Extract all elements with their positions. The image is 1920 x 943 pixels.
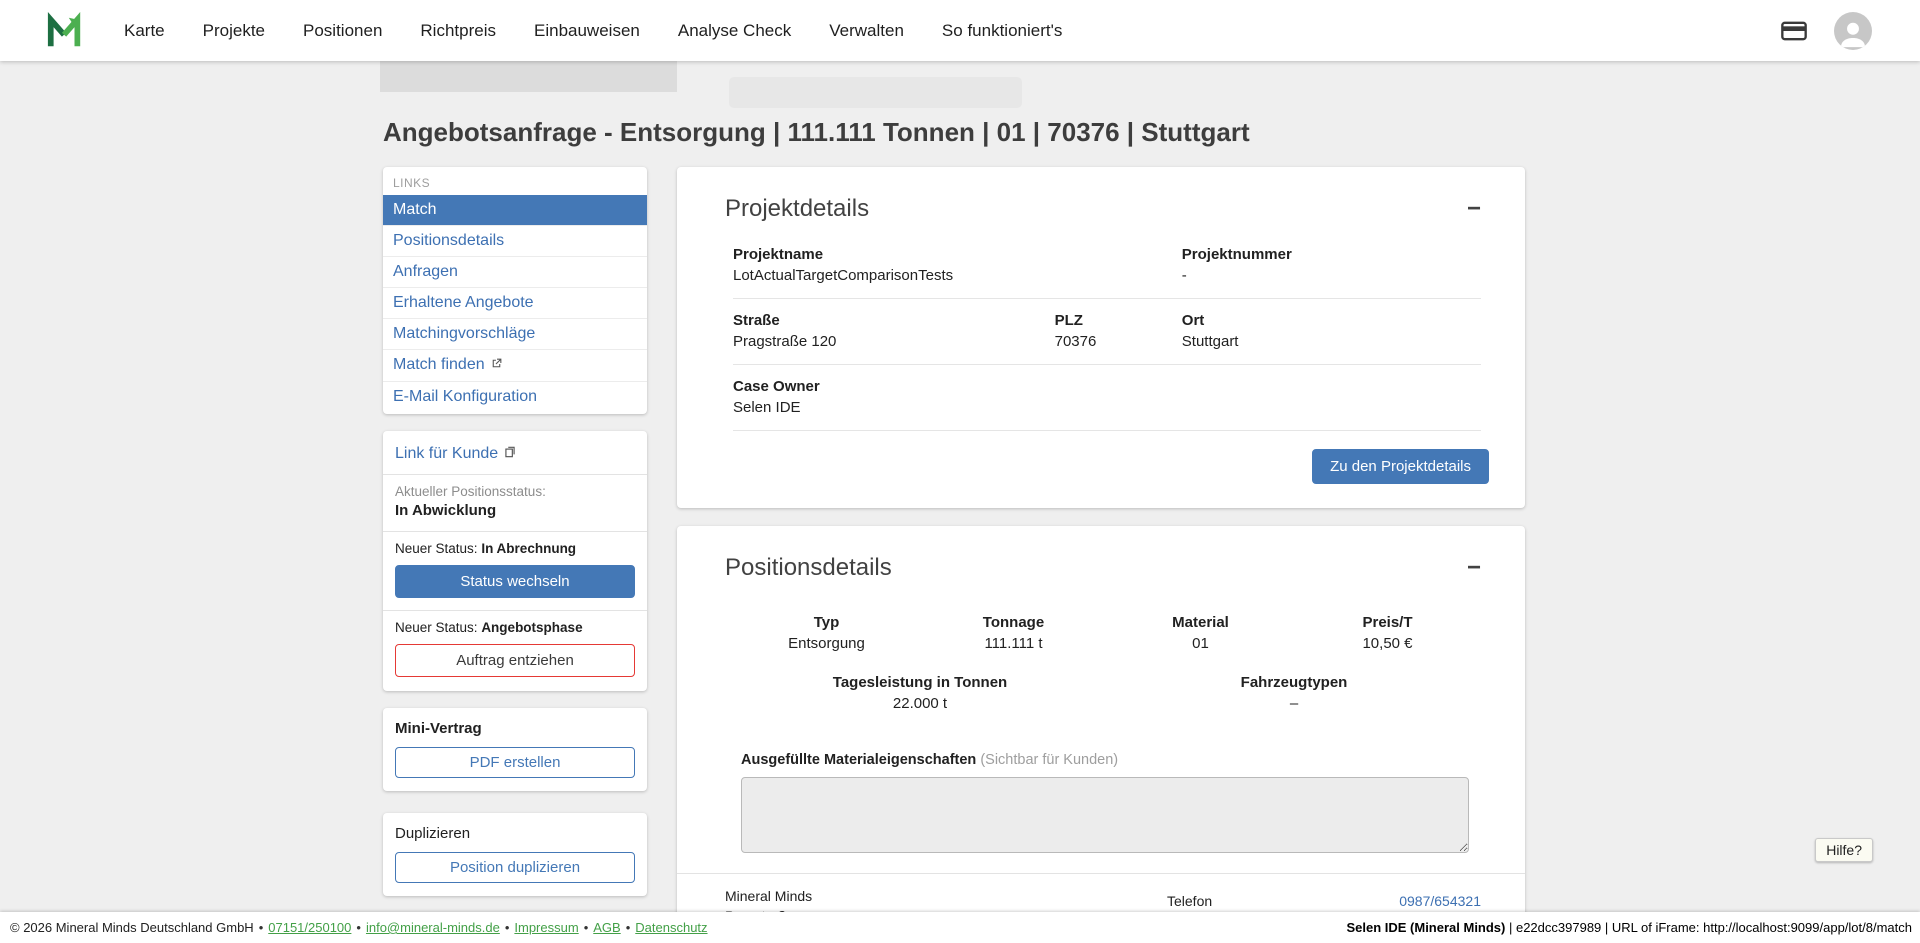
nav-item-projekte[interactable]: Projekte: [203, 21, 265, 41]
preis-value: 10,50 €: [1294, 635, 1481, 652]
customer-link[interactable]: Link für Kunde: [395, 437, 635, 474]
footer-email-link[interactable]: info@mineral-minds.de: [366, 920, 500, 935]
footer-agb-link[interactable]: AGB: [593, 920, 620, 935]
position-summary-row: Typ Entsorgung Tonnage 111.111 t Materia…: [677, 592, 1525, 652]
nav-item-einbauweisen[interactable]: Einbauweisen: [534, 21, 640, 41]
help-button[interactable]: Hilfe?: [1815, 838, 1873, 862]
footer-session-info: Selen IDE (Mineral Minds) | e22dcc397989…: [1346, 920, 1912, 935]
external-link-icon: [490, 357, 503, 375]
sidebar-item-anfragen[interactable]: Anfragen: [383, 256, 647, 287]
project-row-address: Straße Pragstraße 120 PLZ 70376 Ort Stut…: [733, 299, 1481, 365]
plz-value: 70376: [1055, 333, 1182, 350]
projektname-value: LotActualTargetComparisonTests: [733, 267, 1055, 284]
footer-datenschutz-link[interactable]: Datenschutz: [635, 920, 707, 935]
plz-label: PLZ: [1055, 312, 1182, 329]
sidebar-item-match-finden[interactable]: Match finden: [383, 349, 647, 381]
collapse-toggle[interactable]: −: [1461, 554, 1487, 582]
project-row-owner: Case Owner Selen IDE: [733, 365, 1481, 431]
sidebar-item-erhaltene-angebote[interactable]: Erhaltene Angebote: [383, 287, 647, 318]
contact-company: Mineral Minds: [725, 886, 1103, 906]
footer: © 2026 Mineral Minds Deutschland GmbH • …: [0, 912, 1920, 943]
strasse-label: Straße: [733, 312, 1055, 329]
page-title: Angebotsanfrage - Entsorgung | 111.111 T…: [383, 117, 1250, 148]
strasse-value: Pragstraße 120: [733, 333, 1055, 350]
sidebar-item-label: Match finden: [393, 356, 485, 373]
case-owner-value: Selen IDE: [733, 399, 1055, 416]
customer-link-label: Link für Kunde: [395, 445, 498, 462]
current-status-value: In Abwicklung: [395, 502, 635, 519]
sidebar: LINKS Match Positionsdetails Anfragen Er…: [383, 167, 647, 943]
tagesleistung-value: 22.000 t: [733, 695, 1107, 712]
footer-impressum-link[interactable]: Impressum: [514, 920, 578, 935]
new-status-2: Neuer Status: Angebotsphase: [395, 620, 635, 635]
fahrzeugtypen-value: –: [1107, 695, 1481, 712]
new-status-1: Neuer Status: In Abrechnung: [395, 541, 635, 556]
nav-item-karte[interactable]: Karte: [124, 21, 165, 41]
project-details-title: Projektdetails: [725, 195, 869, 223]
projektname-label: Projektname: [733, 246, 1055, 263]
withdraw-order-button[interactable]: Auftrag entziehen: [395, 644, 635, 677]
projektnummer-label: Projektnummer: [1182, 246, 1481, 263]
material-properties-label: Ausgefüllte Materialeigenschaften (Sicht…: [677, 712, 1525, 768]
nav-item-so-funktionierts[interactable]: So funktioniert's: [942, 21, 1062, 41]
status-card: Link für Kunde Aktueller Positionsstatus…: [383, 431, 647, 691]
fahrzeugtypen-label: Fahrzeugtypen: [1107, 674, 1481, 691]
main-content: Projektdetails − Projektname LotActualTa…: [677, 167, 1525, 943]
mini-contract-card: Mini-Vertrag PDF erstellen: [383, 708, 647, 791]
phone-label: Telefon: [1167, 893, 1212, 909]
material-properties-textarea[interactable]: [741, 777, 1469, 853]
create-pdf-button[interactable]: PDF erstellen: [395, 747, 635, 778]
nav-item-analyse-check[interactable]: Analyse Check: [678, 21, 791, 41]
duplicate-card: Duplizieren Position duplizieren: [383, 813, 647, 896]
change-status-button[interactable]: Status wechseln: [395, 565, 635, 598]
tonnage-label: Tonnage: [920, 614, 1107, 631]
ort-value: Stuttgart: [1182, 333, 1481, 350]
material-value: 01: [1107, 635, 1294, 652]
person-icon: [1836, 16, 1870, 50]
copy-icon: [503, 445, 517, 464]
duplicate-position-button[interactable]: Position duplizieren: [395, 852, 635, 883]
position-secondary-row: Tagesleistung in Tonnen 22.000 t Fahrzeu…: [677, 652, 1525, 712]
footer-phone-link[interactable]: 07151/250100: [268, 920, 351, 935]
sidebar-item-positionsdetails[interactable]: Positionsdetails: [383, 225, 647, 256]
case-owner-label: Case Owner: [733, 378, 1055, 395]
material-properties-hint: (Sichtbar für Kunden): [980, 752, 1118, 768]
nav-item-verwalten[interactable]: Verwalten: [829, 21, 904, 41]
card-icon[interactable]: [1780, 17, 1808, 45]
material-label: Material: [1107, 614, 1294, 631]
project-details-card: Projektdetails − Projektname LotActualTa…: [677, 167, 1525, 508]
phone-link[interactable]: 0987/654321: [1399, 893, 1481, 909]
duplicate-title: Duplizieren: [395, 825, 635, 842]
typ-value: Entsorgung: [733, 635, 920, 652]
top-navbar: Karte Projekte Positionen Richtpreis Ein…: [0, 0, 1920, 61]
mini-contract-title: Mini-Vertrag: [395, 720, 635, 737]
preis-label: Preis/T: [1294, 614, 1481, 631]
position-details-card: Positionsdetails − Typ Entsorgung Tonnag…: [677, 526, 1525, 943]
sidebar-item-email-konfiguration[interactable]: E-Mail Konfiguration: [383, 381, 647, 412]
skeleton-block: [380, 61, 677, 92]
typ-label: Typ: [733, 614, 920, 631]
sidebar-item-match[interactable]: Match: [383, 195, 647, 225]
project-row-name: Projektname LotActualTargetComparisonTes…: [733, 233, 1481, 299]
links-card: LINKS Match Positionsdetails Anfragen Er…: [383, 167, 647, 414]
position-details-title: Positionsdetails: [725, 554, 892, 582]
tonnage-value: 111.111 t: [920, 635, 1107, 652]
sidebar-item-matchingvorschlaege[interactable]: Matchingvorschläge: [383, 318, 647, 349]
to-project-details-button[interactable]: Zu den Projektdetails: [1312, 449, 1489, 484]
nav-item-richtpreis[interactable]: Richtpreis: [420, 21, 496, 41]
collapse-toggle[interactable]: −: [1461, 195, 1487, 223]
tagesleistung-label: Tagesleistung in Tonnen: [733, 674, 1107, 691]
footer-copyright: © 2026 Mineral Minds Deutschland GmbH: [10, 920, 254, 935]
links-header: LINKS: [383, 167, 647, 195]
current-status-label: Aktueller Positionsstatus:: [395, 484, 635, 499]
ort-label: Ort: [1182, 312, 1481, 329]
main-navigation: Karte Projekte Positionen Richtpreis Ein…: [124, 21, 1062, 41]
skeleton-block: [729, 77, 1022, 108]
user-avatar[interactable]: [1834, 12, 1872, 50]
logo-icon: [44, 12, 86, 50]
mineral-minds-logo[interactable]: [44, 11, 86, 51]
nav-item-positionen[interactable]: Positionen: [303, 21, 382, 41]
projektnummer-value: -: [1182, 267, 1481, 284]
